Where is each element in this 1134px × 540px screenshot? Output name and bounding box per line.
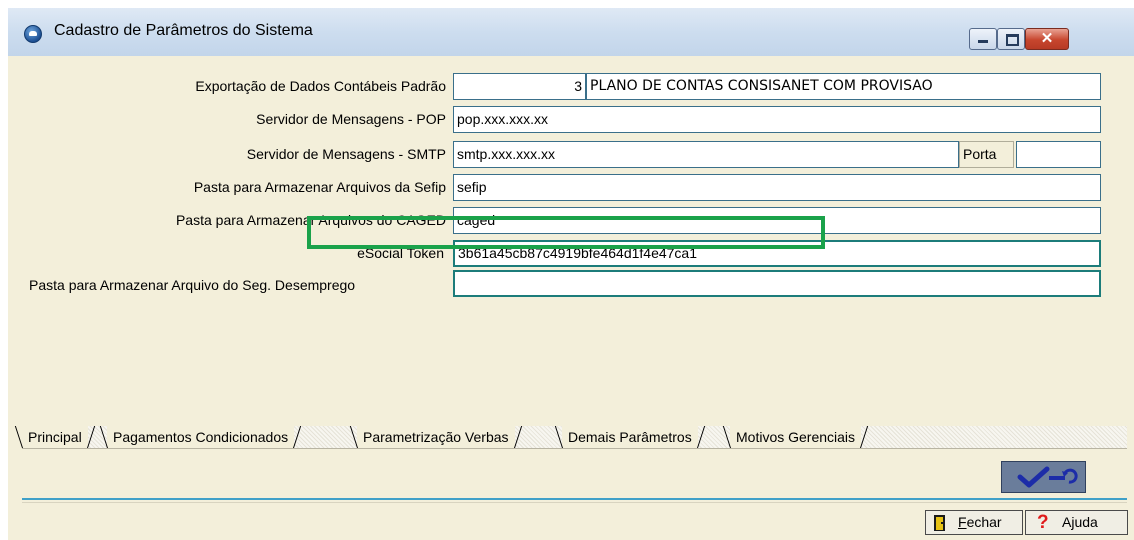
tab-principal[interactable]: Principal: [22, 426, 88, 448]
app-icon[interactable]: [24, 25, 42, 43]
sefip-field[interactable]: sefip: [453, 174, 1101, 201]
ajuda-button[interactable]: ? Ajuda: [1025, 510, 1128, 535]
smtp-field[interactable]: smtp.xxx.xxx.xx: [453, 141, 959, 168]
tab-pagamentos-condicionados[interactable]: Pagamentos Condicionados: [107, 426, 295, 448]
main-window: Cadastro de Parâmetros do Sistema ✕ Expo…: [8, 8, 1134, 540]
window-title: Cadastro de Parâmetros do Sistema: [54, 22, 313, 39]
segdes-label: Pasta para Armazenar Arquivo do Seg. Des…: [29, 277, 356, 293]
tab-parametrizacao-verbas[interactable]: Parametrização Verbas: [357, 426, 515, 448]
export-label: Exportação de Dados Contábeis Padrão: [195, 78, 446, 94]
confirm-check-icon: [1017, 466, 1078, 488]
smtp-label: Servidor de Mensagens - SMTP: [246, 146, 446, 162]
title-bar: Cadastro de Parâmetros do Sistema ✕: [8, 8, 1134, 56]
porta-label: Porta: [959, 141, 1014, 168]
export-desc-field[interactable]: PLANO DE CONTAS CONSISANET COM PROVISAO: [586, 73, 1101, 100]
fechar-button[interactable]: Fechar: [925, 510, 1023, 535]
separator-shadow: [22, 502, 1127, 503]
undo-arrow-icon: [1063, 468, 1078, 484]
segdes-field[interactable]: [453, 270, 1101, 297]
maximize-button[interactable]: [997, 28, 1025, 50]
tab-demais-parametros[interactable]: Demais Parâmetros: [562, 426, 698, 448]
fechar-rest: echar: [966, 514, 1002, 530]
sefip-label: Pasta para Armazenar Arquivos da Sefip: [193, 179, 446, 195]
tab-motivos-gerenciais[interactable]: Motivos Gerenciais: [730, 426, 862, 448]
pop-field[interactable]: pop.xxx.xxx.xx: [453, 106, 1101, 133]
fechar-mnemonic: F: [958, 514, 967, 530]
close-button[interactable]: ✕: [1025, 28, 1069, 50]
minimize-button[interactable]: [969, 28, 997, 50]
form-area: Exportação de Dados Contábeis Padrão 3 P…: [8, 56, 1134, 540]
tab-baseline: [22, 448, 1127, 449]
confirm-button[interactable]: [1001, 461, 1086, 493]
ajuda-label: Ajuda: [1062, 514, 1098, 530]
separator: [22, 498, 1127, 500]
minimize-icon: [978, 40, 988, 43]
tab-strip: Principal Pagamentos Condicionados Param…: [22, 426, 1127, 448]
porta-field[interactable]: [1016, 141, 1101, 168]
door-exit-icon: [934, 515, 945, 531]
maximize-icon: [1006, 34, 1019, 46]
help-question-icon: ?: [1037, 512, 1049, 533]
close-icon: ✕: [1040, 30, 1054, 47]
export-code-field[interactable]: 3: [453, 73, 586, 100]
pop-label: Servidor de Mensagens - POP: [256, 111, 446, 127]
token-highlight-box: [307, 216, 825, 249]
